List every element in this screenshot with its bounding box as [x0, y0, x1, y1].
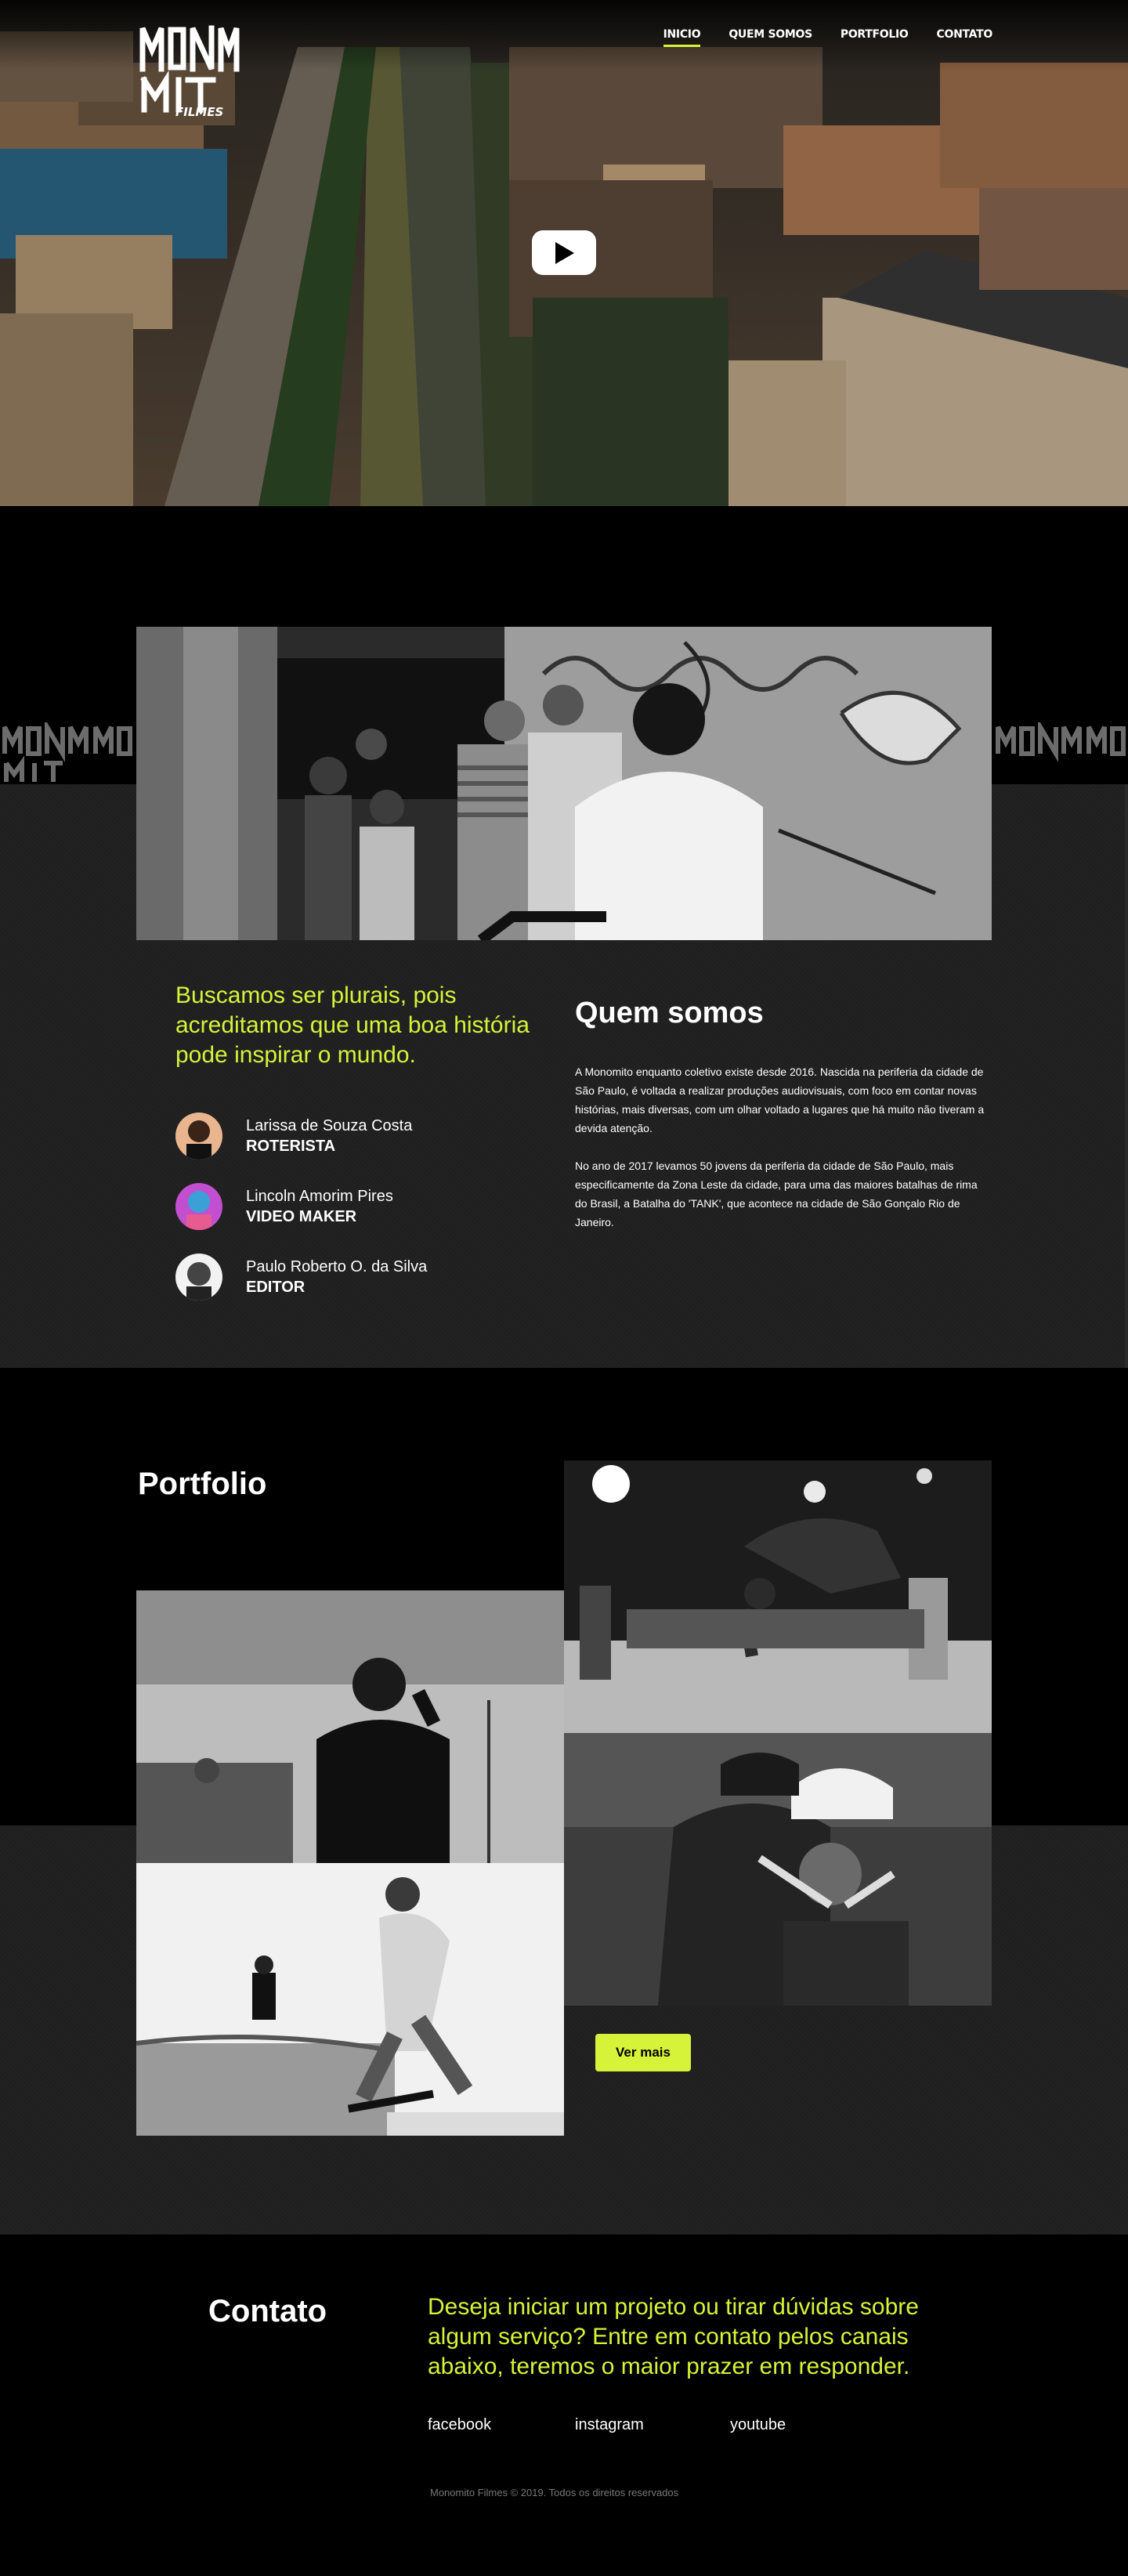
portfolio-title: Portfolio	[138, 1467, 267, 1501]
about-team-photo	[136, 627, 992, 940]
portfolio-item-skate[interactable]	[136, 1863, 564, 2136]
about-paragraph: No ano de 2017 levamos 50 jovens da peri…	[575, 1160, 978, 1228]
instagram-link[interactable]: instagram	[575, 2416, 644, 2434]
watermark-logo-right	[996, 722, 1126, 763]
nav-item-portfolio[interactable]: PORTFOLIO	[841, 28, 909, 47]
watermark-logo-left	[2, 722, 132, 782]
member-name: Paulo Roberto O. da Silva	[246, 1258, 428, 1275]
member-role: VIDEO MAKER	[246, 1208, 357, 1225]
member-name: Lincoln Amorim Pires	[246, 1188, 393, 1205]
contact-section: Contato Deseja iniciar um projeto ou tir…	[0, 2234, 1128, 2576]
hero-section: FILMES INICIO QUEM SOMOS PORTFOLIO CONTA…	[0, 0, 1128, 506]
portfolio-item-breakdance[interactable]	[564, 1460, 992, 1733]
portfolio-image	[564, 1733, 992, 2006]
member-avatar	[175, 1183, 222, 1230]
contact-title: Contato	[208, 2294, 327, 2328]
svg-text:FILMES: FILMES	[175, 105, 223, 118]
monomito-logo[interactable]: FILMES	[138, 22, 241, 118]
about-paragraph: A Monomito enquanto coletivo existe desd…	[575, 1065, 985, 1134]
nav-item-quem-somos[interactable]: QUEM SOMOS	[728, 28, 812, 47]
main-nav: INICIO QUEM SOMOS PORTFOLIO CONTATO	[663, 28, 992, 47]
youtube-link[interactable]: youtube	[730, 2416, 786, 2434]
nav-item-contato[interactable]: CONTATO	[937, 28, 993, 47]
copyright-text: Monomito Filmes © 2019. Todos os direito…	[430, 2487, 679, 2498]
play-icon	[555, 241, 574, 264]
portfolio-image	[136, 1590, 564, 1863]
portfolio-item-rapper[interactable]	[136, 1590, 564, 1863]
about-section: Buscamos ser plurais, pois acreditamos q…	[0, 506, 1128, 1368]
portfolio-image	[136, 1863, 564, 2136]
play-video-button[interactable]	[532, 230, 596, 275]
about-edge-divider	[1125, 784, 1128, 1368]
about-quote: Buscamos ser plurais, pois acreditamos q…	[175, 982, 530, 1068]
portfolio-image	[564, 1460, 992, 1733]
team-member: Paulo Roberto O. da Silva EDITOR	[175, 1252, 536, 1302]
member-avatar	[175, 1113, 222, 1160]
team-list: Larissa de Souza Costa ROTERISTA Lincoln…	[175, 1111, 536, 1322]
member-role: EDITOR	[246, 1279, 306, 1296]
team-member: Larissa de Souza Costa ROTERISTA	[175, 1111, 536, 1161]
member-avatar	[175, 1254, 222, 1301]
nav-item-inicio[interactable]: INICIO	[663, 28, 701, 47]
about-title: Quem somos	[575, 997, 764, 1029]
portfolio-item-embrace[interactable]	[564, 1733, 992, 2006]
member-name: Larissa de Souza Costa	[246, 1117, 413, 1134]
member-role: ROTERISTA	[246, 1138, 336, 1155]
portfolio-section: Portfolio Ver mais	[0, 1368, 1128, 2234]
about-description: A Monomito enquanto coletivo existe desd…	[575, 1062, 989, 1250]
see-more-button[interactable]: Ver mais	[595, 2034, 691, 2071]
facebook-link[interactable]: facebook	[428, 2416, 491, 2434]
contact-description: Deseja iniciar um projeto ou tirar dúvid…	[428, 2294, 919, 2379]
team-member: Lincoln Amorim Pires VIDEO MAKER	[175, 1181, 536, 1232]
